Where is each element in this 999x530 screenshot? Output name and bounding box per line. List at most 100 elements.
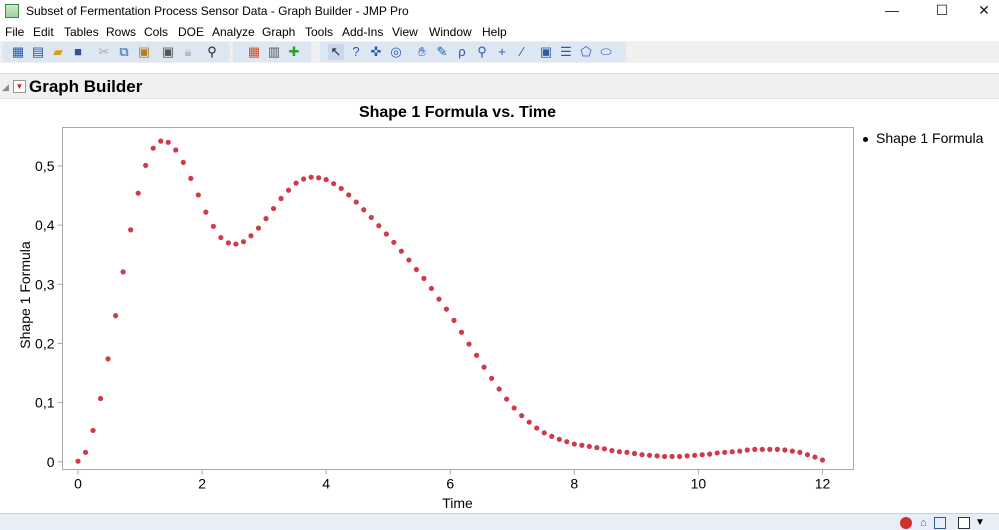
data-point [218,234,224,241]
data-point [278,195,284,202]
data-point [421,275,427,281]
x-tick-label: 4 [322,476,330,492]
data-point [707,451,713,457]
data-point [504,396,510,402]
data-point [534,425,540,431]
data-point [436,296,442,302]
data-point [338,185,344,192]
data-point [323,176,329,183]
data-point [609,447,615,454]
data-point [677,453,683,460]
data-point [496,386,502,392]
data-point [639,452,645,458]
data-point [631,450,638,457]
y-tick-label: 0 [47,454,55,470]
data-point [692,452,698,458]
data-point [669,453,675,460]
data-point [699,452,705,458]
data-point [308,174,314,180]
data-point [443,306,450,312]
dropdown-arrow-icon[interactable]: ▼ [975,517,987,529]
checkbox-icon[interactable] [958,517,970,529]
y-tick-label: 0,4 [35,217,55,233]
x-tick-label: 6 [446,476,454,492]
data-point [316,175,322,181]
data-point [398,248,404,254]
data-point [624,449,630,455]
data-point [729,449,735,455]
data-point [75,458,81,464]
y-tick-label: 0,3 [35,276,55,292]
data-point [737,448,743,454]
data-point [774,446,780,452]
data-point [255,225,262,231]
data-point [90,427,96,434]
data-point [556,436,562,442]
home-icon[interactable]: ⌂ [920,517,932,529]
data-point [519,413,525,419]
status-bar: ⌂ ▼ [0,513,999,530]
data-point [225,240,232,246]
data-point [301,176,307,182]
plot-frame [62,127,854,470]
y-axis-label: Shape 1 Formula [17,241,33,349]
data-point [428,285,435,292]
data-point [135,190,141,196]
data-point [150,145,156,151]
data-point [376,223,382,229]
data-point [361,207,367,213]
window-list-icon[interactable] [934,517,946,529]
data-point [233,241,239,247]
data-point [270,205,277,212]
data-point [391,239,397,245]
x-tick-label: 12 [815,476,831,492]
legend-entry: Shape 1 Formula [876,130,984,146]
data-point [767,446,773,452]
data-point [203,209,209,215]
data-point [564,439,570,445]
data-point [511,405,517,411]
data-point [526,419,532,425]
data-point [714,450,720,456]
legend-marker [863,136,868,142]
data-point [165,139,171,145]
data-point [195,192,201,198]
data-point [752,446,758,452]
x-tick-label: 8 [570,476,578,492]
data-point [797,449,803,455]
x-tick-label: 0 [74,476,82,492]
stop-icon[interactable] [900,517,912,529]
data-point [819,457,826,463]
data-point [684,453,690,459]
y-tick-label: 0,2 [35,335,55,351]
data-point [722,449,728,455]
data-point [158,138,164,144]
data-point [789,448,796,454]
data-point [180,159,186,166]
data-point [413,266,420,273]
data-point [406,257,412,263]
x-tick-label: 2 [198,476,206,492]
data-point [383,231,389,237]
data-point [451,317,457,323]
data-point [331,181,337,187]
data-point [489,375,495,381]
data-point [812,454,818,460]
data-point [248,233,254,239]
data-point [586,443,592,450]
data-point [353,199,359,205]
data-point [263,216,269,222]
data-point [128,227,134,233]
data-point [782,447,788,453]
data-point [143,162,149,168]
data-point [646,452,653,458]
data-point [579,442,585,448]
data-point [804,452,811,458]
data-point [82,449,89,455]
legend: Shape 1 Formula [863,130,983,146]
data-point [759,446,765,452]
scatter-plot: 0 0,1 0,2 0,3 0,4 0,5 0 2 4 6 8 10 12 [35,127,854,492]
data-point [466,341,472,347]
data-point [105,356,111,362]
y-tick-label: 0,5 [35,158,55,174]
